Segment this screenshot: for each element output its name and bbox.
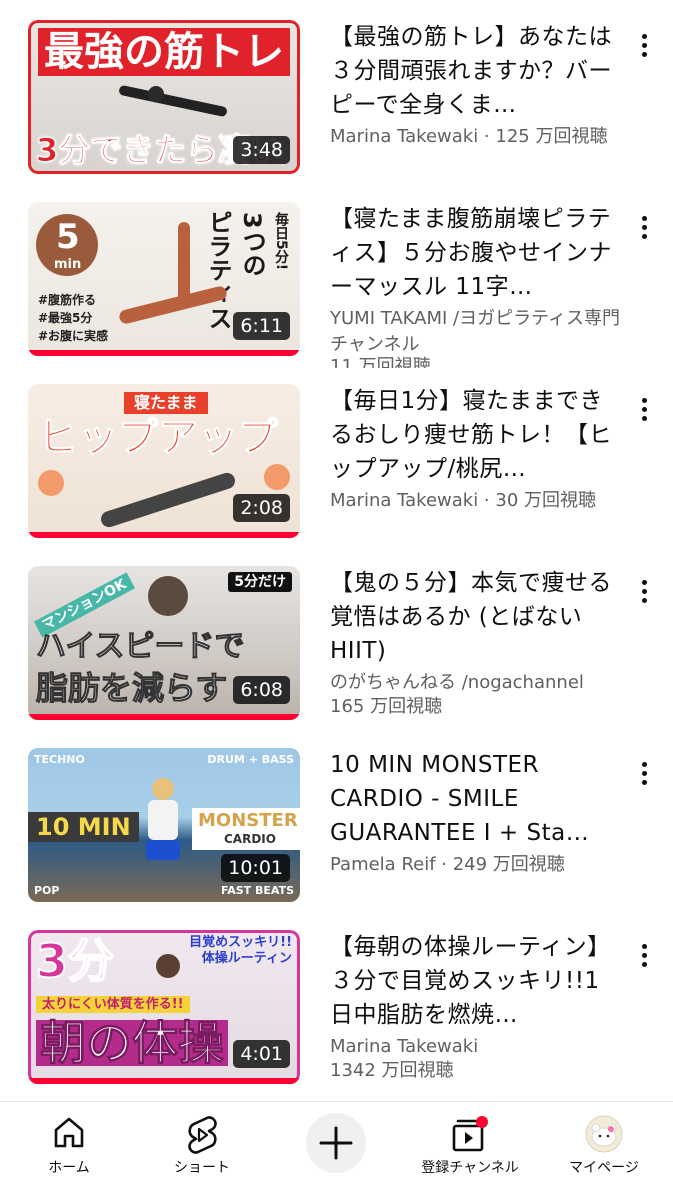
video-title[interactable]: 10 MIN MONSTER CARDIO - SMILE GUARANTEE … [330,748,620,850]
peach-icon [264,464,290,490]
hashtag-3: #お腹に実感 [38,329,109,343]
video-views: 1342 万回視聴 [330,1060,454,1081]
thumb-caption-cardio: CARDIO [224,832,276,846]
person-figure [148,576,188,616]
nav-shorts-label: ショート [174,1160,230,1176]
video-duration: 6:08 [233,676,290,704]
more-options-icon[interactable] [629,394,659,424]
minutes-number: 5 [56,217,80,257]
video-item[interactable]: 寝たまま ヒップアップ 2:08 【毎日1分】寝たままできるおしり痩せ筋トレ！【… [0,384,673,562]
video-duration: 10:01 [221,854,290,882]
person-figure [108,84,228,126]
video-title[interactable]: 【最強の筋トレ】あなたは３分間頑張れますか？バーピーで全身くま… [330,20,620,122]
more-options-icon[interactable] [629,30,659,60]
thumb-caption-refresh: 目覚めスッキリ!! [189,935,292,950]
hashtag-2: #最強5分 [38,311,93,325]
video-thumbnail[interactable]: 最強の筋トレ 3分できたら凄い 3:48 [28,20,300,174]
nav-subscriptions-label: 登録チャンネル [421,1160,519,1176]
video-channel-views: Marina Takewaki · 125 万回視聴 [330,126,608,147]
thumb-caption-main: ヒップアップ [38,415,279,461]
more-options-icon[interactable] [629,212,659,242]
person-figure [156,954,180,978]
watch-progress-bar [28,1078,300,1084]
thumb-caption-monster: MONSTER [198,810,298,831]
thumb-genre-2: DRUM + BASS [207,753,294,766]
video-title[interactable]: 【毎朝の体操ルーティン】３分で目覚めスッキリ!!1日中脂肪を燃焼… [330,930,620,1032]
nav-mypage-label: マイページ [569,1160,639,1176]
thumb-caption-duration: 10 MIN [28,812,139,842]
thumb-caption-minutes: 3分 [35,934,115,988]
hashtag-1: #腹筋作る [38,293,97,307]
notification-dot [476,1116,488,1128]
thumb-caption-top: 寝たまま [124,392,208,414]
video-thumbnail[interactable]: 3分 目覚めスッキリ!! 体操ルーティン 太りにくい体質を作る!! 朝の体操 4… [28,930,300,1084]
thumb-caption-sub: 脂肪を減らす [35,669,228,707]
thumb-caption-main: ハイスピードで [36,629,245,664]
more-options-icon[interactable] [629,940,659,970]
thumb-caption-daily: 毎日5分! [273,212,289,271]
video-item[interactable]: 3分 目覚めスッキリ!! 体操ルーティン 太りにくい体質を作る!! 朝の体操 4… [0,930,673,1100]
video-channel: YUMI TAKAMI /ヨガピラティス専門チャンネル [330,308,620,355]
subscriptions-icon [452,1116,488,1152]
video-thumbnail[interactable]: TECHNO DRUM + BASS 10 MIN MONSTER CARDIO… [28,748,300,902]
video-views: 165 万回視聴 [330,696,443,717]
minutes-unit: min [54,257,82,272]
thumb-badge: 5分だけ [228,572,292,592]
video-title[interactable]: 【寝たまま腹筋崩壊ピラティス】５分お腹やせインナーマッスル 11字… [330,202,620,304]
person-figure [138,778,188,878]
watch-progress-bar [28,350,300,356]
video-meta[interactable]: 【鬼の５分】本気で痩せる覚悟はあるか (とばないHIIT) のがちゃんねる /n… [330,566,620,720]
thumb-caption-pilates: ピラティス [204,210,232,330]
watch-progress-bar [28,714,300,720]
thumb-caption-three: 3つの [238,212,266,277]
create-button[interactable] [305,1102,367,1201]
video-thumbnail[interactable]: 5分だけ マンションOK ハイスピードで 脂肪を減らす 6:08 [28,566,300,720]
nav-subscriptions[interactable]: 登録チャンネル [412,1102,528,1201]
video-thumbnail[interactable]: 5 min 毎日5分! 3つの ピラティス #腹筋作る #最強5分 #お腹に実感… [28,202,300,356]
video-meta[interactable]: 【寝たまま腹筋崩壊ピラティス】５分お腹やせインナーマッスル 11字… YUMI … [330,202,620,368]
thumb-caption-routine: 体操ルーティン [201,951,292,966]
video-views: 11 万回視聴 [330,356,431,368]
shorts-icon [188,1116,217,1154]
video-meta[interactable]: 【最強の筋トレ】あなたは３分間頑張れますか？バーピーで全身くま… Marina … [330,20,620,150]
nav-shorts[interactable]: ショート [158,1102,246,1201]
video-duration: 4:01 [233,1040,290,1068]
video-item[interactable]: 5分だけ マンションOK ハイスピードで 脂肪を減らす 6:08 【鬼の５分】本… [0,566,673,744]
avatar [585,1115,623,1153]
nav-home[interactable]: ホーム [30,1102,108,1201]
thumb-caption-top: 最強の筋トレ [38,28,290,76]
peach-icon [38,470,64,496]
video-channel: のがちゃんねる /nogachannel [330,672,584,693]
video-duration: 2:08 [233,494,290,522]
nav-home-label: ホーム [48,1160,90,1176]
video-feed: 最強の筋トレ 3分できたら凄い 3:48 【最強の筋トレ】あなたは３分間頑張れま… [0,0,673,1100]
bottom-navigation: ホーム ショート 登録チャンネル マイページ [0,1101,673,1201]
video-item[interactable]: 5 min 毎日5分! 3つの ピラティス #腹筋作る #最強5分 #お腹に実感… [0,202,673,380]
video-channel-views: Pamela Reif · 249 万回視聴 [330,854,565,875]
video-item[interactable]: 最強の筋トレ 3分できたら凄い 3:48 【最強の筋トレ】あなたは３分間頑張れま… [0,20,673,198]
video-meta[interactable]: 【毎日1分】寝たままできるおしり痩せ筋トレ！【ヒップアップ/桃尻… Marina… [330,384,620,514]
thumb-caption-banner: 太りにくい体質を作る!! [36,996,190,1013]
video-item[interactable]: TECHNO DRUM + BASS 10 MIN MONSTER CARDIO… [0,748,673,926]
video-thumbnail[interactable]: 寝たまま ヒップアップ 2:08 [28,384,300,538]
video-channel: Marina Takewaki [330,1036,479,1057]
more-options-icon[interactable] [629,758,659,788]
video-duration: 6:11 [233,312,290,340]
video-channel-views: Marina Takewaki · 30 万回視聴 [330,490,596,511]
home-icon [54,1117,84,1148]
thumb-genre-3: POP [34,884,60,897]
nav-mypage[interactable]: マイページ [560,1102,648,1201]
thumb-caption-main: 朝の体操 [36,1020,228,1067]
video-meta[interactable]: 10 MIN MONSTER CARDIO - SMILE GUARANTEE … [330,748,620,878]
more-options-icon[interactable] [629,576,659,606]
video-title[interactable]: 【鬼の５分】本気で痩せる覚悟はあるか (とばないHIIT) [330,566,620,668]
video-meta[interactable]: 【毎朝の体操ルーティン】３分で目覚めスッキリ!!1日中脂肪を燃焼… Marina… [330,930,620,1084]
video-duration: 3:48 [233,136,290,164]
video-title[interactable]: 【毎日1分】寝たままできるおしり痩せ筋トレ！【ヒップアップ/桃尻… [330,384,620,486]
plus-icon [306,1113,366,1173]
watch-progress-bar [28,532,300,538]
thumb-genre-1: TECHNO [34,753,85,766]
thumb-genre-4: FAST BEATS [220,884,294,897]
